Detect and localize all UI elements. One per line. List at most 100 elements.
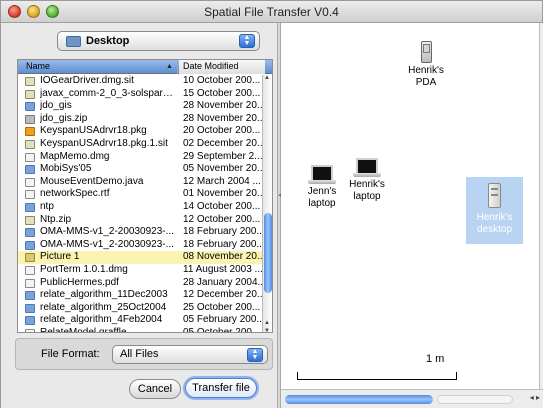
canvas-horizontal-scrollbar[interactable]: ◂ ▸ xyxy=(281,389,543,408)
scale-label: 1 m xyxy=(426,353,445,365)
scroll-down-icon[interactable]: ▼ xyxy=(264,328,270,332)
document-icon xyxy=(25,328,35,332)
file-row[interactable]: OMA-MMS-v1_2-20030923-... 18 February 200… xyxy=(18,238,265,252)
column-header-date-modified[interactable]: Date Modified xyxy=(179,60,265,74)
file-date-modified: 25 October 200... xyxy=(183,301,261,313)
file-date-modified: 08 November 20... xyxy=(183,251,265,263)
file-name: Ntp.zip xyxy=(40,213,72,225)
file-date-modified: 12 December 20... xyxy=(183,289,265,301)
file-row[interactable]: ntp 14 October 200... xyxy=(18,201,264,214)
file-row[interactable]: IOGearDriver.dmg.sit 10 October 200... xyxy=(18,75,264,88)
file-row[interactable]: MouseEventDemo.java 12 March 2004 ... xyxy=(18,176,264,189)
file-name: KeyspanUSAdrvr18.pkg xyxy=(40,125,147,137)
file-name: networkSpec.rtf xyxy=(40,188,110,200)
device-jenns-laptop[interactable]: Jenn's laptop xyxy=(299,165,345,210)
file-format-bar: File Format: All Files ▲ ▼ xyxy=(15,338,273,370)
cancel-button[interactable]: Cancel xyxy=(129,379,181,399)
file-name: MouseEventDemo.java xyxy=(40,175,144,187)
folder-icon xyxy=(25,202,35,212)
file-date-modified: 20 October 200... xyxy=(183,125,261,137)
scroll-up-icon[interactable]: ▲ xyxy=(264,320,270,326)
file-date-modified: 15 October 200... xyxy=(183,87,261,99)
file-name: OMA-MMS-v1_2-20030923-... xyxy=(40,238,174,250)
file-row[interactable]: KeyspanUSAdrvr18.pkg.1.sit 02 December 20… xyxy=(18,137,265,151)
spatial-canvas[interactable]: Henrik's PDA Jenn's laptop Henrik's lapt… xyxy=(281,23,543,389)
scale-bar xyxy=(297,372,457,380)
laptop-icon xyxy=(311,165,333,180)
sort-ascending-icon: ▲ xyxy=(166,63,173,70)
folder-icon xyxy=(25,240,35,250)
up-down-arrows-icon: ▲ ▼ xyxy=(239,34,255,48)
folder-icon xyxy=(25,316,35,326)
location-label: Desktop xyxy=(86,35,130,47)
file-rows: IOGearDriver.dmg.sit 10 October 200... jav… xyxy=(18,75,265,333)
file-name: MapMemo.dmg xyxy=(40,150,110,162)
file-date-modified: 28 January 2004... xyxy=(183,276,265,288)
file-date-modified: 29 September 2... xyxy=(183,150,263,162)
file-row[interactable]: jdo_gis 28 November 20... xyxy=(18,100,265,113)
file-name: jdo_gis xyxy=(40,100,72,112)
file-date-modified: 01 November 20... xyxy=(183,188,265,200)
up-down-arrows-icon: ▲ ▼ xyxy=(247,348,263,362)
file-row[interactable]: MapMemo.dmg 29 September 2... xyxy=(18,151,264,164)
scroll-left-right-icon[interactable]: ◂ ▸ xyxy=(530,393,540,402)
file-row[interactable]: jdo_gis.zip 28 November 20... xyxy=(18,112,265,126)
file-list-scroll-thumb[interactable] xyxy=(264,213,272,293)
file-list-scrollbar[interactable]: ▲ ▲ ▼ xyxy=(262,75,272,332)
file-name: jdo_gis.zip xyxy=(40,112,88,124)
device-henriks-pda[interactable]: Henrik's PDA xyxy=(401,41,451,89)
file-date-modified: 02 December 20... xyxy=(183,137,265,149)
installer-icon xyxy=(25,127,35,137)
file-row[interactable]: networkSpec.rtf 01 November 20... xyxy=(18,188,265,201)
file-row[interactable]: relate_algorithm_4Feb2004 05 February 200… xyxy=(18,314,265,327)
file-row[interactable]: PublicHermes.pdf 28 January 2004... xyxy=(18,276,265,290)
canvas-vertical-scrollbar[interactable] xyxy=(539,23,543,389)
file-row[interactable]: relate_algorithm_25Oct2004 25 October 200… xyxy=(18,302,264,315)
file-row[interactable]: relate_algorithm_11Dec2003 12 December 20… xyxy=(18,289,265,302)
file-name: IOGearDriver.dmg.sit xyxy=(40,75,134,86)
file-row[interactable]: MobiSys'05 05 November 20... xyxy=(18,163,265,176)
file-date-modified: 28 November 20... xyxy=(183,112,265,124)
file-name: RelateModel.graffle xyxy=(40,326,127,333)
folder-icon xyxy=(25,228,35,238)
file-name: javax_comm-2_0_3-solsparc.t... xyxy=(40,87,176,99)
file-name: KeyspanUSAdrvr18.pkg.1.sit xyxy=(40,137,168,149)
device-label: Henrik's xyxy=(349,179,385,190)
file-name: Picture 1 xyxy=(40,251,80,263)
file-row[interactable]: javax_comm-2_0_3-solsparc.t... 15 October… xyxy=(18,88,264,101)
file-row[interactable]: KeyspanUSAdrvr18.pkg 20 October 200... xyxy=(18,125,264,138)
file-date-modified: 18 February 200... xyxy=(183,238,265,250)
file-date-modified: 12 October 200... xyxy=(183,213,261,225)
file-name: relate_algorithm_4Feb2004 xyxy=(40,314,163,326)
file-format-popup[interactable]: All Files ▲ ▼ xyxy=(112,345,268,364)
folder-icon xyxy=(66,36,81,47)
file-list: Name ▲ Date Modified IOGearDriver.dmg.si… xyxy=(17,59,273,333)
file-row[interactable]: OMA-MMS-v1_2-20030923-... 18 February 200… xyxy=(18,226,265,239)
file-name: MobiSys'05 xyxy=(40,163,92,175)
location-popup[interactable]: Desktop ▲ ▼ xyxy=(57,31,260,51)
canvas-scroll-thumb[interactable] xyxy=(285,395,433,404)
desktop-device-group: Henrik's desktop xyxy=(466,183,523,236)
file-date-modified: 10 October 200... xyxy=(183,75,261,86)
folder-icon xyxy=(25,165,35,175)
device-label: Jenn's xyxy=(307,186,337,197)
file-row[interactable]: PortTerm 1.0.1.dmg 11 August 2003 ... xyxy=(18,264,264,277)
package-icon xyxy=(25,77,35,86)
title-bar[interactable]: Spatial File Transfer V0.4 xyxy=(1,1,542,23)
file-row[interactable]: RelateModel.graffle 05 October 200... xyxy=(18,326,264,333)
file-date-modified: 12 March 2004 ... xyxy=(183,175,261,187)
device-henriks-laptop[interactable]: Henrik's laptop xyxy=(341,158,393,203)
transfer-file-button[interactable]: Transfer file xyxy=(185,378,257,398)
column-header-name[interactable]: Name xyxy=(18,60,178,74)
file-row[interactable]: Picture 1 08 November 20... xyxy=(18,251,265,264)
file-date-modified: 05 October 200... xyxy=(183,326,261,333)
file-name: PublicHermes.pdf xyxy=(40,276,119,288)
app-window: Spatial File Transfer V0.4 Desktop ▲ ▼ Na… xyxy=(0,0,543,408)
file-row[interactable]: Ntp.zip 12 October 200... xyxy=(18,214,264,227)
file-date-modified: 18 February 200... xyxy=(183,226,265,238)
scroll-up-icon[interactable]: ▲ xyxy=(264,75,270,81)
device-henriks-desktop[interactable]: Henrik's desktop xyxy=(466,177,523,244)
file-date-modified: 28 November 20... xyxy=(183,100,265,112)
file-date-modified: 14 October 200... xyxy=(183,200,261,212)
pda-icon xyxy=(420,41,432,63)
